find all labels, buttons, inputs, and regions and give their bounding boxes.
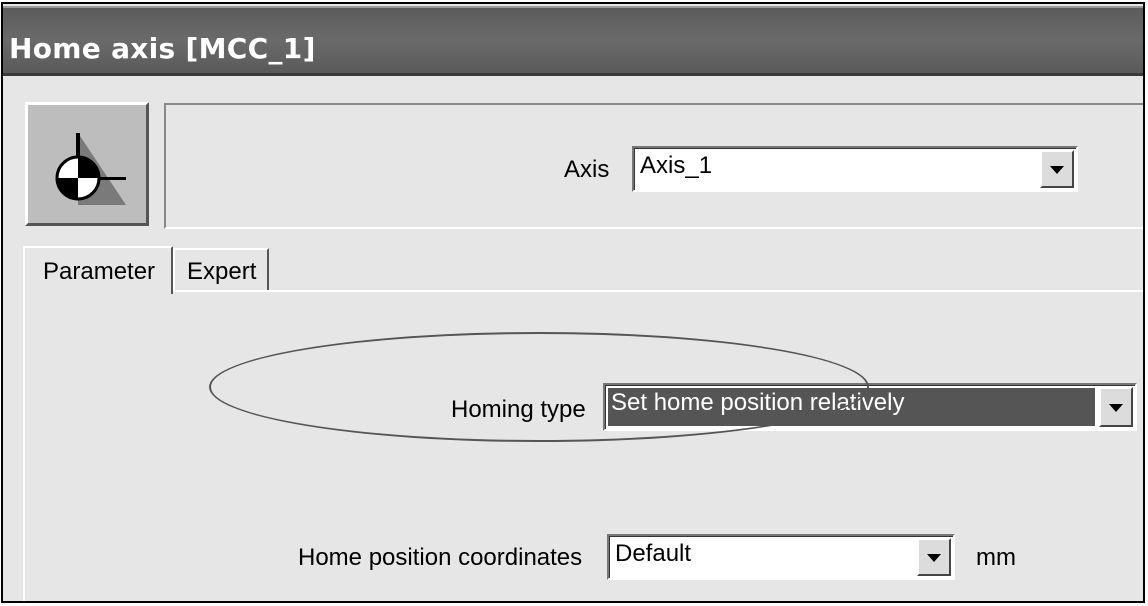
homing-axis-tool-button[interactable]: [25, 102, 149, 226]
home-position-value: Default: [615, 540, 692, 567]
axis-label: Axis: [564, 156, 610, 183]
chevron-down-icon[interactable]: [1099, 387, 1133, 427]
tab-parameter-label: Parameter: [43, 258, 156, 285]
tab-parameter[interactable]: Parameter: [23, 246, 173, 294]
axis-select[interactable]: Axis_1: [632, 146, 1078, 192]
home-position-select[interactable]: Default: [607, 534, 955, 580]
title-bar[interactable]: Home axis [MCC_1]: [3, 6, 1143, 76]
homing-type-select[interactable]: Set home position relatively: [603, 383, 1137, 431]
axis-select-value: Axis_1: [640, 152, 713, 179]
homing-type-label: Homing type: [451, 396, 586, 423]
tab-expert[interactable]: Expert: [173, 248, 269, 290]
chevron-down-icon[interactable]: [1040, 150, 1074, 188]
chevron-down-icon[interactable]: [917, 538, 951, 576]
home-position-unit: mm: [976, 544, 1016, 571]
home-axis-window: Home axis [MCC_1] Axis Axis_1 Parameter …: [1, 2, 1145, 603]
homing-axis-icon: [55, 133, 126, 205]
window-title: Home axis [MCC_1]: [9, 32, 316, 65]
tab-expert-label: Expert: [187, 258, 257, 285]
homing-type-value: Set home position relatively: [611, 389, 905, 416]
home-position-label: Home position coordinates: [298, 544, 583, 571]
